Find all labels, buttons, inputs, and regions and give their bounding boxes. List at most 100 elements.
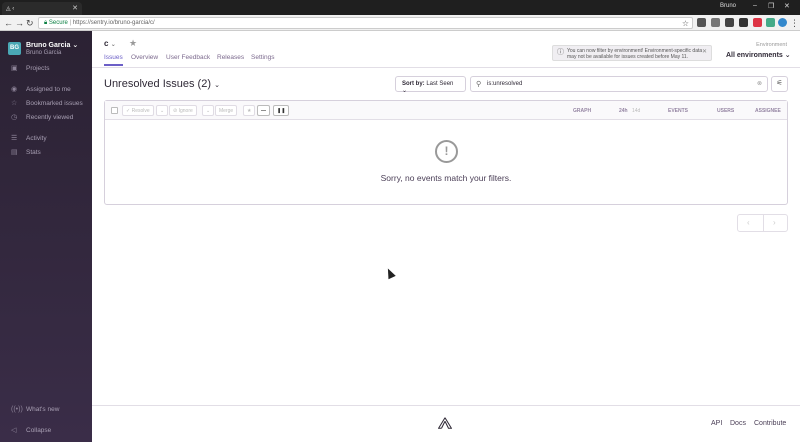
bookmark-button[interactable]: ★ [243,105,256,116]
dismiss-alert-icon[interactable]: ✕ [702,49,707,55]
back-icon[interactable]: ← [4,18,13,28]
environment-alert: ⓘ You can now filter by environment! Env… [552,45,712,61]
sidebar-collapse[interactable]: ◁ Collapse [11,426,51,434]
clock-icon: ◷ [11,114,18,121]
close-window-icon[interactable]: ✕ [784,2,790,10]
tab-settings[interactable]: Settings [251,54,275,61]
empty-state-message: Sorry, no events match your filters. [380,173,512,183]
filter-settings-button[interactable]: ⚟ [771,76,788,92]
search-icon: ⚲ [476,81,482,88]
footer-link-api[interactable]: API [711,420,722,427]
pagination: ‹ › [737,214,788,232]
activity-icon: ☰ [11,135,18,142]
sidebar-item-stats[interactable]: ▤ Stats [11,148,41,156]
sidebar-item-bookmarked[interactable]: ☆ Bookmarked issues [11,99,83,107]
bookmark-star-icon[interactable]: ☆ [682,19,689,28]
select-all-checkbox[interactable] [111,107,118,114]
star-icon: ☆ [11,100,18,107]
sort-dropdown[interactable]: Sort by: Last Seen ⌄ [395,76,466,94]
ignore-button[interactable]: ⊘ Ignore [169,105,197,116]
chevron-down-icon: ⌄ [160,108,165,114]
extension-icon[interactable] [753,18,762,27]
close-tab-icon[interactable]: ✕ [72,4,78,12]
extension-icon[interactable] [739,18,748,27]
more-actions-button[interactable]: — [257,105,270,116]
search-input[interactable]: ⚲ is:unresolved ⊗ [470,76,768,92]
resolve-button[interactable]: ✓ Resolve [122,105,154,116]
sliders-icon: ⚟ [776,80,783,87]
merge-button[interactable]: Merge [215,105,238,116]
extension-icon[interactable] [778,18,787,27]
lock-icon: 🔒︎ [44,20,48,26]
org-name: Bruno Garcia ⌄ [26,42,79,49]
browser-profile[interactable]: Bruno [720,3,736,9]
resolve-dropdown[interactable]: ⌄ [156,105,169,116]
chevron-down-icon: ⌄ [110,42,116,48]
previous-page-icon[interactable]: ‹ [747,218,750,227]
chevron-down-icon: ⌄ [784,52,791,59]
footer-link-docs[interactable]: Docs [730,420,746,427]
browser-tab[interactable]: ◬ ‹ ✕ [2,2,82,15]
browser-titlebar: ◬ ‹ ✕ Bruno – ❐ ✕ [0,0,800,15]
project-header: c ⌄ ★ Issues Overview User Feedback Rele… [92,31,800,68]
column-assignee: ASSIGNEE [755,108,781,114]
issues-table-header: ✓ Resolve ⌄ ⊘ Ignore ⌄ Merge ★ — ❚❚ GRAP… [105,101,787,120]
mute-icon: ⊘ [173,108,178,114]
sidebar-item-whats-new[interactable]: ((•)) What's new [11,406,59,413]
tab-overview[interactable]: Overview [131,54,158,61]
pause-realtime-button[interactable]: ❚❚ [273,105,290,116]
extension-icon[interactable] [725,18,734,27]
secure-label: Secure [48,20,68,26]
address-bar: ← → ↻ 🔒︎ Secure | https://sentry.io/brun… [0,15,800,31]
column-events: EVENTS [668,108,689,114]
reload-icon[interactable]: ↻ [26,18,34,29]
project-selector[interactable]: c ⌄ [104,39,116,48]
column-graph-24h[interactable]: 24h [619,108,628,114]
ellipsis-icon: — [261,108,266,114]
check-icon: ✓ [126,108,131,114]
tab-title: ◬ ‹ [6,6,15,12]
tab-user-feedback[interactable]: User Feedback [166,54,210,61]
sidebar: BG Bruno Garcia ⌄ Bruno Garcia ▣ Projects… [0,31,92,442]
menu-icon[interactable]: ⋮ [790,18,799,29]
user-icon: ◉ [11,86,18,93]
sentry-logo-icon [438,417,452,429]
chevron-down-icon: ⌄ [214,82,220,89]
next-page-icon[interactable]: › [773,218,776,227]
broadcast-icon: ((•)) [11,406,23,413]
environment-selector[interactable]: All environments ⌄ [726,51,791,59]
clear-search-icon[interactable]: ⊗ [757,80,762,87]
exclamation-icon: ! [435,140,458,163]
column-graph-14d[interactable]: 14d [632,108,640,114]
sidebar-item-assigned[interactable]: ◉ Assigned to me [11,85,71,93]
url-field[interactable]: 🔒︎ Secure | https://sentry.io/bruno-garc… [38,17,693,29]
stats-icon: ▤ [11,149,18,156]
footer-link-contribute[interactable]: Contribute [754,420,786,427]
sidebar-item-recent[interactable]: ◷ Recently viewed [11,113,73,121]
org-switcher[interactable]: BG Bruno Garcia ⌄ Bruno Garcia [8,40,88,62]
minimize-icon[interactable]: – [753,2,757,9]
column-users: USERS [717,108,735,114]
extension-icon[interactable] [766,18,775,27]
maximize-icon[interactable]: ❐ [768,2,774,10]
ignore-dropdown[interactable]: ⌄ [202,105,215,116]
mouse-cursor-icon [384,266,396,280]
tab-releases[interactable]: Releases [217,54,244,61]
bookmark-project-icon[interactable]: ★ [129,38,137,49]
extension-icon[interactable] [711,18,720,27]
sidebar-item-projects[interactable]: ▣ Projects [11,64,49,72]
environment-label: Environment [756,42,787,48]
extension-icon[interactable] [697,18,706,27]
forward-icon[interactable]: → [15,18,24,28]
org-avatar: BG [8,42,21,55]
footer: API Docs Contribute [92,405,800,442]
issues-panel: ✓ Resolve ⌄ ⊘ Ignore ⌄ Merge ★ — ❚❚ GRAP… [104,100,788,205]
sidebar-item-activity[interactable]: ☰ Activity [11,134,47,142]
column-graph: GRAPH [573,108,592,114]
page-title[interactable]: Unresolved Issues (2) ⌄ [104,78,220,90]
chevron-down-icon: ⌄ [402,88,408,94]
collapse-icon: ◁ [11,427,17,434]
star-icon: ★ [247,108,252,114]
tab-issues[interactable]: Issues [104,54,123,66]
chevron-down-icon: ⌄ [206,108,211,114]
